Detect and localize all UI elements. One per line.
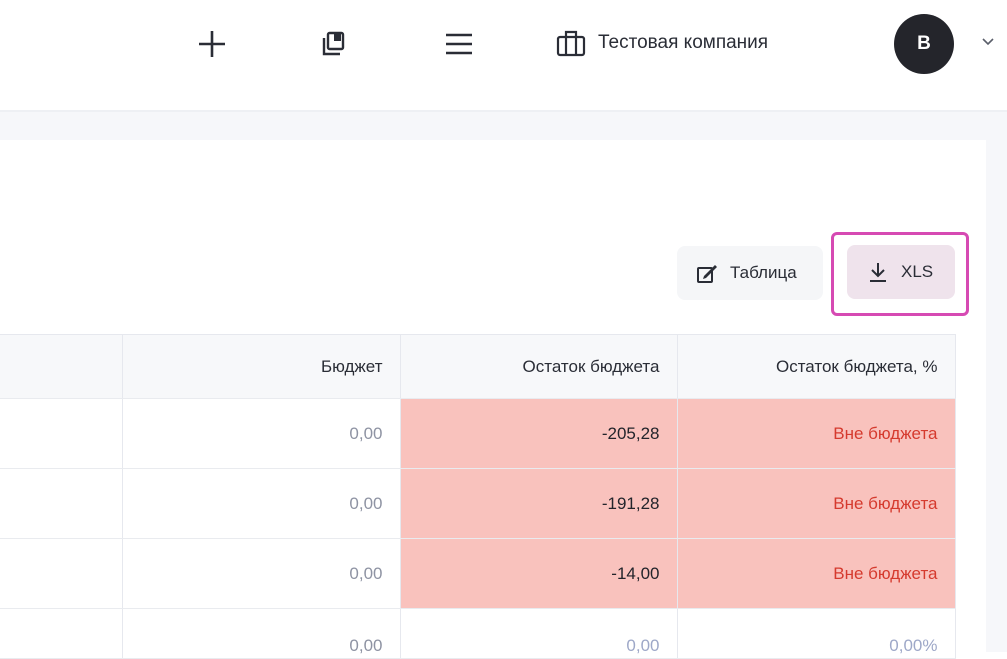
remaining-cell: -205,28 xyxy=(400,398,678,469)
remaining-pct-cell: Вне бюджета xyxy=(677,398,956,469)
column-header-remaining[interactable]: Остаток бюджета xyxy=(400,334,678,399)
download-icon xyxy=(867,261,889,283)
company-name: Тестовая компания xyxy=(598,32,769,53)
table-row: 0,00 -205,28 Вне бюджета xyxy=(0,398,956,469)
table-cell xyxy=(0,468,123,539)
table-view-label: Таблица xyxy=(730,263,797,282)
remaining-cell: -191,28 xyxy=(400,468,678,539)
table-cell xyxy=(0,608,123,659)
briefcase-icon xyxy=(556,29,586,57)
table-view-button[interactable]: Таблица xyxy=(677,246,823,300)
table-cell xyxy=(0,398,123,469)
copy-icon[interactable] xyxy=(316,27,350,61)
budget-cell: 0,00 xyxy=(122,468,401,539)
budget-cell: 0,00 xyxy=(122,538,401,609)
table-cell xyxy=(0,538,123,609)
chevron-down-icon[interactable] xyxy=(978,34,998,50)
top-bar: Тестовая компания В xyxy=(0,0,1007,110)
remaining-pct-cell: Вне бюджета xyxy=(677,468,956,539)
table-row: 0,00 0,00 0,00% xyxy=(0,608,956,659)
remaining-cell: 0,00 xyxy=(400,608,678,659)
column-header[interactable] xyxy=(0,334,123,399)
edit-icon xyxy=(696,262,718,284)
xls-label: XLS xyxy=(901,262,934,281)
column-header-budget[interactable]: Бюджет xyxy=(122,334,401,399)
table-row: 0,00 -191,28 Вне бюджета xyxy=(0,468,956,539)
page-background xyxy=(0,112,1007,140)
menu-icon[interactable] xyxy=(440,26,478,62)
table-row: 0,00 -14,00 Вне бюджета xyxy=(0,538,956,609)
budget-table: Бюджет Остаток бюджета Остаток бюджета, … xyxy=(0,334,956,659)
remaining-cell: -14,00 xyxy=(400,538,678,609)
xls-download-button[interactable]: XLS xyxy=(847,245,955,299)
remaining-pct-cell: 0,00% xyxy=(677,608,956,659)
budget-cell: 0,00 xyxy=(122,608,401,659)
page-background-right xyxy=(986,140,1007,652)
remaining-pct-cell: Вне бюджета xyxy=(677,538,956,609)
column-header-remaining-pct[interactable]: Остаток бюджета, % xyxy=(677,334,956,399)
plus-icon[interactable] xyxy=(192,24,232,64)
budget-cell: 0,00 xyxy=(122,398,401,469)
avatar[interactable]: В xyxy=(894,14,954,74)
company-selector[interactable]: Тестовая компания xyxy=(556,26,768,60)
avatar-initial: В xyxy=(917,33,931,54)
table-header-row: Бюджет Остаток бюджета Остаток бюджета, … xyxy=(0,334,956,399)
